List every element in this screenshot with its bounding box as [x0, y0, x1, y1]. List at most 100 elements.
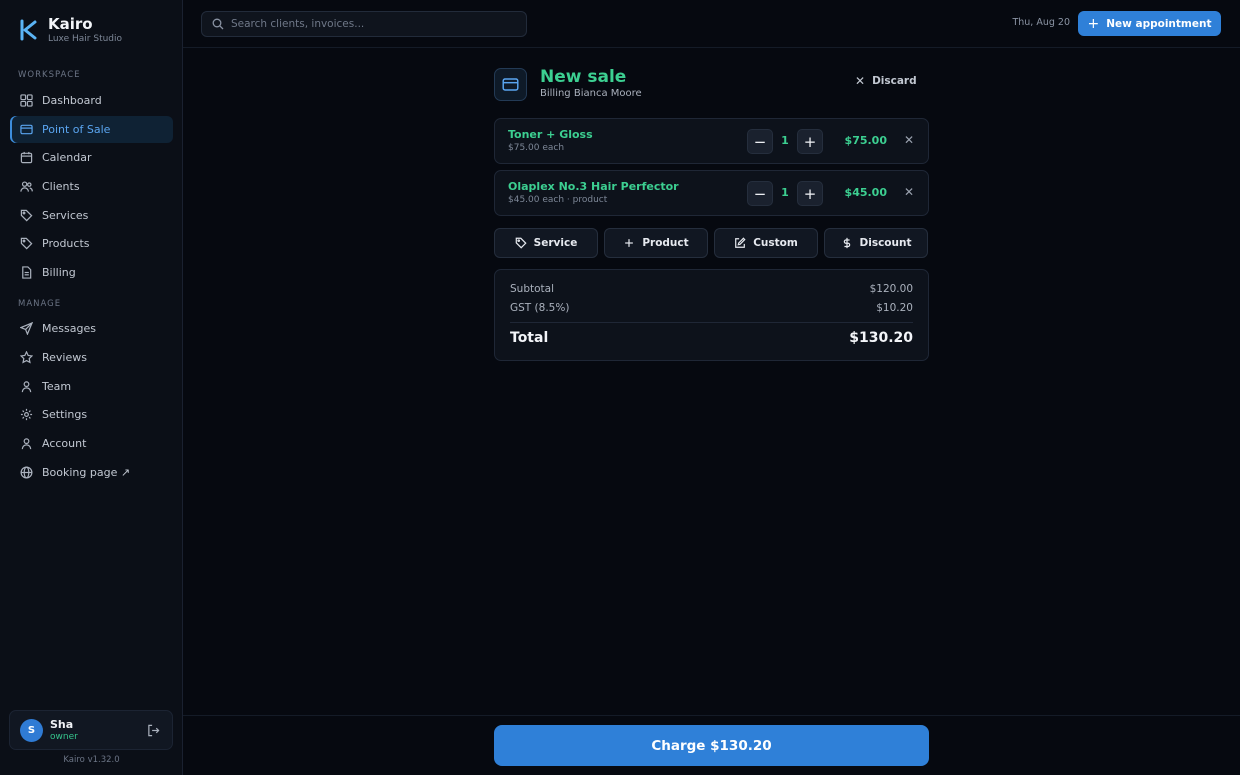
dollar-icon [843, 237, 850, 249]
total-label: Total [510, 330, 549, 346]
credit-card-icon [502, 78, 519, 91]
tag-icon [515, 237, 527, 249]
sidebar-item-label: Billing [42, 266, 76, 279]
user-card[interactable]: S Sha owner [9, 710, 173, 750]
sidebar-item-settings[interactable]: Settings [10, 401, 173, 428]
brand[interactable]: Kairo Luxe Hair Studio [18, 14, 122, 45]
tax-value: $10.20 [876, 302, 913, 314]
tax-label: GST (8.5%) [510, 302, 570, 314]
globe-icon [20, 466, 33, 479]
sidebar: Kairo Luxe Hair Studio WORKSPACE Dashboa… [0, 0, 183, 775]
line-item-unit-price: $75.00 each [508, 143, 565, 153]
decrease-quantity-button[interactable]: − [747, 129, 773, 154]
sidebar-item-services[interactable]: Services [10, 202, 173, 229]
subtotal-row: Subtotal $120.00 [510, 283, 913, 295]
sidebar-item-clients[interactable]: Clients [10, 173, 173, 200]
edit-icon [735, 237, 746, 248]
sidebar-item-label: Account [42, 437, 87, 450]
page-title: New sale [540, 67, 627, 87]
sidebar-item-label: Calendar [42, 151, 92, 164]
add-custom-label: Custom [753, 237, 798, 249]
remove-item-icon[interactable]: ✕ [904, 185, 914, 199]
sidebar-item-calendar[interactable]: Calendar [10, 144, 173, 171]
sidebar-item-label: Dashboard [42, 94, 102, 107]
sidebar-item-label: Clients [42, 180, 80, 193]
avatar: S [20, 719, 43, 742]
discard-label: Discard [872, 75, 917, 87]
billing-client: Billing Bianca Moore [540, 88, 642, 99]
add-product-label: Product [642, 237, 689, 249]
sidebar-item-team[interactable]: Team [10, 373, 173, 400]
user-icon [21, 381, 32, 393]
add-service-label: Service [533, 237, 578, 249]
sidebar-item-point-of-sale[interactable]: Point of Sale [10, 116, 173, 143]
add-service-button[interactable]: Service [494, 228, 598, 258]
send-icon [20, 322, 33, 335]
sidebar-item-booking-page[interactable]: Booking page ↗ [10, 459, 173, 486]
user-name: Sha [50, 718, 74, 731]
sidebar-item-dashboard[interactable]: Dashboard [10, 87, 173, 114]
line-item: Olaplex No.3 Hair Perfector $45.00 each … [494, 170, 929, 216]
sidebar-item-messages[interactable]: Messages [10, 315, 173, 342]
discard-button[interactable]: ✕ Discard [855, 74, 917, 88]
tax-row: GST (8.5%) $10.20 [510, 302, 913, 314]
total-row: Total $130.20 [510, 330, 913, 346]
line-item: Toner + Gloss $75.00 each − 1 + $75.00 ✕ [494, 118, 929, 164]
add-discount-button[interactable]: Discount [824, 228, 928, 258]
user-icon [21, 438, 32, 450]
total-value: $130.20 [849, 330, 913, 346]
sidebar-item-label: Products [42, 237, 90, 250]
credit-card-icon [20, 124, 33, 135]
users-icon [20, 181, 33, 192]
add-product-button[interactable]: Product [604, 228, 708, 258]
remove-item-icon[interactable]: ✕ [904, 133, 914, 147]
sidebar-item-reviews[interactable]: Reviews [10, 344, 173, 371]
line-item-total: $45.00 [844, 186, 887, 199]
line-item-quantity: 1 [781, 186, 789, 199]
plus-icon [625, 239, 634, 247]
sidebar-item-label: Booking page ↗ [42, 466, 131, 479]
calendar-icon [20, 151, 33, 164]
grid-icon [20, 94, 33, 107]
new-appointment-button[interactable]: + New appointment [1078, 11, 1221, 36]
sidebar-item-label: Team [42, 380, 72, 393]
subtotal-value: $120.00 [869, 283, 913, 295]
sidebar-item-label: Reviews [42, 351, 87, 364]
app-version: Kairo v1.32.0 [63, 755, 120, 765]
workspace-section-label: WORKSPACE [18, 70, 81, 80]
current-date: Thu, Aug 20 [1012, 17, 1070, 28]
logout-icon[interactable] [147, 724, 160, 737]
subtotal-label: Subtotal [510, 283, 554, 295]
brand-subtitle: Luxe Hair Studio [48, 34, 123, 44]
tag-icon [20, 237, 33, 250]
line-item-unit-price: $45.00 each · product [508, 195, 608, 205]
brand-name: Kairo [48, 15, 93, 33]
add-custom-button[interactable]: Custom [714, 228, 818, 258]
line-item-name: Olaplex No.3 Hair Perfector [508, 180, 679, 193]
sidebar-item-label: Point of Sale [42, 123, 111, 136]
decrease-quantity-button[interactable]: − [747, 181, 773, 206]
tag-icon [20, 209, 33, 222]
sidebar-item-account[interactable]: Account [10, 430, 173, 457]
file-icon [22, 266, 32, 279]
star-icon [20, 351, 33, 364]
increase-quantity-button[interactable]: + [797, 129, 823, 154]
gear-icon [20, 408, 33, 421]
new-appointment-label: New appointment [1106, 17, 1212, 30]
plus-icon: + [1087, 15, 1100, 32]
topbar: Thu, Aug 20 + New appointment [183, 0, 1240, 48]
line-item-quantity: 1 [781, 134, 789, 147]
increase-quantity-button[interactable]: + [797, 181, 823, 206]
charge-button[interactable]: Charge $130.20 [494, 725, 929, 766]
search-input[interactable] [231, 18, 511, 30]
sidebar-item-products[interactable]: Products [10, 230, 173, 257]
add-discount-label: Discount [859, 237, 912, 249]
line-item-total: $75.00 [844, 134, 887, 147]
manage-section-label: MANAGE [18, 299, 62, 309]
line-item-name: Toner + Gloss [508, 128, 593, 141]
search-icon [212, 18, 224, 30]
sidebar-item-billing[interactable]: Billing [10, 259, 173, 286]
search-box[interactable] [201, 11, 527, 37]
totals-panel: Subtotal $120.00 GST (8.5%) $10.20 Total… [494, 269, 929, 361]
sale-icon-badge [494, 68, 527, 101]
